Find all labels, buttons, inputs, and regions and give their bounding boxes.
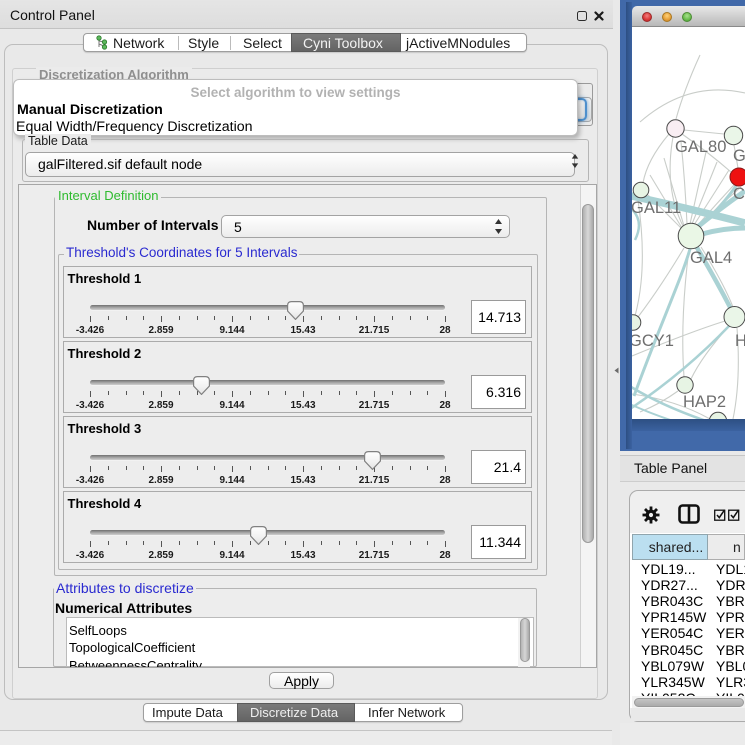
svg-text:GAL11: GAL11 [632,199,681,217]
svg-text:H: H [735,332,745,350]
svg-text:GCY1: GCY1 [632,332,674,350]
svg-text:GA: GA [733,147,745,165]
svg-text:GAL80: GAL80 [675,138,726,156]
svg-text:GAL4: GAL4 [690,249,732,267]
svg-text:HAP2: HAP2 [683,393,726,411]
svg-text:CY: CY [733,185,745,203]
